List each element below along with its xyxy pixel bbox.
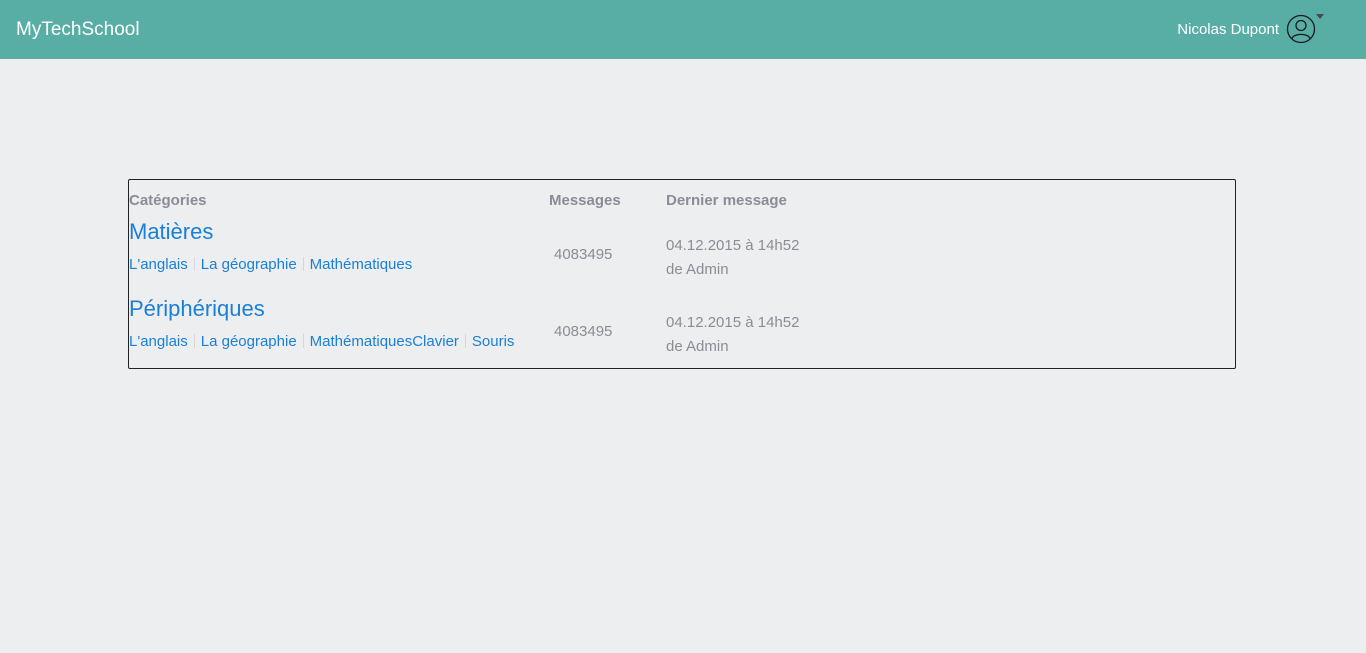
- category-row: Matières L'anglais La géographie Mathémati…: [129, 218, 1235, 288]
- subcategory-link[interactable]: Mathématiques: [310, 256, 413, 273]
- category-title-link[interactable]: Périphériques: [129, 295, 265, 323]
- separator: [302, 334, 304, 348]
- header-messages: Messages: [549, 192, 621, 209]
- category-title-link[interactable]: Matières: [129, 218, 213, 246]
- last-message-author: de Admin: [666, 338, 729, 355]
- separator: [193, 257, 195, 271]
- separator: [464, 334, 466, 348]
- last-message-info: 04.12.2015 à 14h52 de Admin: [666, 311, 799, 359]
- subcategory-link[interactable]: L'anglais: [129, 256, 188, 273]
- separator: [302, 257, 304, 271]
- chevron-down-icon: [1316, 14, 1324, 19]
- top-navbar: MyTechSchool Nicolas Dupont: [0, 0, 1366, 59]
- subcategory-link[interactable]: Souris: [472, 333, 515, 350]
- user-menu-dropdown[interactable]: Nicolas Dupont: [1177, 14, 1324, 44]
- brand-link[interactable]: MyTechSchool: [16, 18, 140, 42]
- last-message-author: de Admin: [666, 261, 729, 278]
- subcategory-list: L'anglais La géographie Mathématiques: [129, 255, 412, 275]
- message-count: 4083495: [554, 323, 613, 340]
- subcategory-link[interactable]: La géographie: [201, 256, 297, 273]
- last-message-date: 04.12.2015 à 14h52: [666, 314, 800, 331]
- subcategory-link[interactable]: L'anglais: [129, 333, 188, 350]
- last-message-info: 04.12.2015 à 14h52 de Admin: [666, 234, 799, 282]
- forum-categories-table: Catégories Messages Dernier message Mati…: [128, 179, 1236, 369]
- message-count: 4083495: [554, 246, 613, 263]
- user-avatar-icon: [1286, 14, 1316, 44]
- subcategory-link[interactable]: La géographie: [201, 333, 297, 350]
- separator: [193, 334, 195, 348]
- subcategory-link[interactable]: MathématiquesClavier: [310, 333, 459, 350]
- subcategory-list: L'anglais La géographie MathématiquesClavi…: [129, 332, 514, 352]
- category-row: Périphériques L'anglais La géographie Math…: [129, 295, 1235, 365]
- header-categories: Catégories: [129, 192, 207, 209]
- last-message-date: 04.12.2015 à 14h52: [666, 237, 800, 254]
- user-name: Nicolas Dupont: [1177, 20, 1279, 38]
- header-last-message: Dernier message: [666, 192, 787, 209]
